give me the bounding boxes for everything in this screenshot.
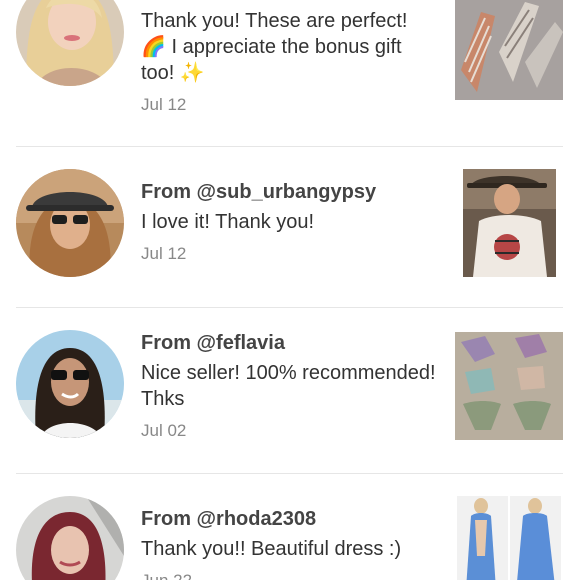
review-item[interactable]: From @sub_urbangypsy I love it! Thank yo… <box>0 147 580 307</box>
review-date: Jul 12 <box>141 95 187 114</box>
listing-thumbnail[interactable] <box>455 0 563 100</box>
review-message: Nice seller! 100% recommended! Thks <box>141 362 436 410</box>
review-date: Jul 12 <box>141 244 187 263</box>
user-avatar[interactable] <box>16 169 124 277</box>
review-author[interactable]: From @rhoda2308 <box>141 506 436 532</box>
listing-thumbnail[interactable] <box>457 496 561 580</box>
review-author[interactable]: From @sub_urbangypsy <box>141 179 436 205</box>
listing-thumbnail[interactable] <box>463 169 556 277</box>
swimsuit-photo-icon <box>455 332 563 440</box>
user-avatar[interactable] <box>16 0 124 86</box>
user-avatar[interactable] <box>16 496 124 580</box>
user-avatar[interactable] <box>16 330 124 438</box>
review-item[interactable]: Thank you! These are perfect! 🌈 I apprec… <box>0 0 580 146</box>
review-message: I love it! Thank you! <box>141 211 315 233</box>
review-date: Jul 02 <box>141 421 187 440</box>
review-date: Jun 22 <box>141 570 436 580</box>
review-author[interactable]: From @feflavia <box>141 330 436 356</box>
blue-dress-photo-icon <box>457 496 561 580</box>
user-avatar-blonde-icon <box>16 0 124 86</box>
user-avatar-redhead-icon <box>16 496 124 580</box>
user-avatar-hat-icon <box>16 169 124 277</box>
sandals-photo-icon <box>455 0 563 100</box>
listing-thumbnail[interactable] <box>455 332 563 440</box>
review-message: Thank you!! Beautiful dress :) <box>141 538 402 560</box>
review-message: Thank you! These are perfect! 🌈 I apprec… <box>141 10 408 84</box>
reviews-feed: Thank you! These are perfect! 🌈 I apprec… <box>0 0 580 580</box>
review-item[interactable]: From @rhoda2308 Thank you!! Beautiful dr… <box>0 474 580 580</box>
graphic-tee-photo-icon <box>463 169 556 277</box>
user-avatar-sunglasses-icon <box>16 330 124 438</box>
review-item[interactable]: From @feflavia Nice seller! 100% recomme… <box>0 308 580 473</box>
